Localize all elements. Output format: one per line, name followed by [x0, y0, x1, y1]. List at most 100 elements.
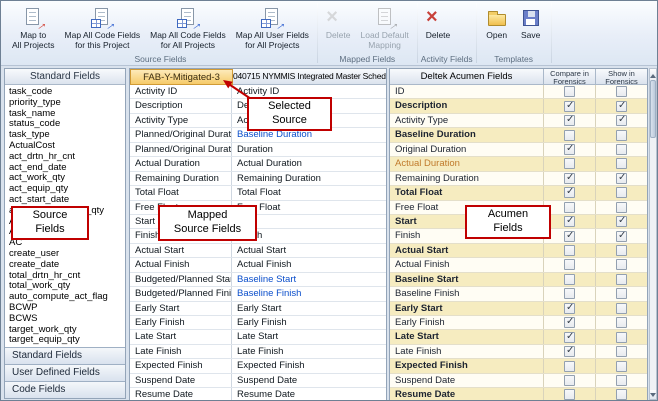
mapped-source-cell[interactable]: Remaining Duration [130, 172, 232, 185]
acumen-field-name[interactable]: Baseline Duration [390, 128, 543, 141]
acumen-field-name[interactable]: Expected Finish [390, 359, 543, 372]
source-field-item[interactable]: target_equip_qty [9, 335, 125, 346]
source-field-item[interactable]: act_equip_qty [9, 184, 125, 195]
mapped-target-cell[interactable]: Actual Duration [232, 157, 386, 170]
mapped-target-cell[interactable]: Early Finish [232, 316, 386, 329]
compare-checkbox[interactable] [564, 187, 575, 198]
compare-checkbox[interactable] [564, 86, 575, 97]
map-all-user-fields-all-projects-button[interactable]: → Map All User Fields for All Projects [231, 2, 314, 53]
compare-checkbox[interactable] [564, 303, 575, 314]
acumen-field-name[interactable]: Description [390, 99, 543, 112]
show-checkbox[interactable] [616, 187, 627, 198]
mapped-target-cell[interactable]: Late Start [232, 330, 386, 343]
show-checkbox[interactable] [616, 115, 627, 126]
source-field-item[interactable]: create_date [9, 260, 125, 271]
compare-checkbox[interactable] [564, 332, 575, 343]
source-field-item[interactable]: create_user [9, 249, 125, 260]
show-checkbox[interactable] [616, 375, 627, 386]
source-field-item[interactable]: act_work_qty [9, 173, 125, 184]
source-field-item[interactable]: act_start_date [9, 195, 125, 206]
show-checkbox[interactable] [616, 317, 627, 328]
mapped-target-cell[interactable]: Actual Start [232, 244, 386, 257]
scrollbar-thumb[interactable] [650, 80, 656, 138]
acumen-field-name[interactable]: Actual Finish [390, 258, 543, 271]
compare-checkbox[interactable] [564, 202, 575, 213]
second-source-header[interactable]: 040715 NYMMIS Integrated Master Schedule [233, 69, 386, 85]
acumen-field-name[interactable]: Resume Date [390, 388, 543, 401]
delete-activity-field-button[interactable]: × Delete [421, 2, 456, 53]
mapped-target-cell[interactable]: Baseline Start [232, 273, 386, 286]
compare-checkbox[interactable] [564, 173, 575, 184]
source-field-item[interactable]: task_name [9, 109, 125, 120]
mapped-source-cell[interactable]: Activity Type [130, 114, 232, 127]
compare-checkbox[interactable] [564, 346, 575, 357]
source-field-item[interactable]: act_drtn_hr_cnt [9, 152, 125, 163]
compare-checkbox[interactable] [564, 158, 575, 169]
compare-checkbox[interactable] [564, 274, 575, 285]
map-all-code-fields-all-projects-button[interactable]: → Map All Code Fields for All Projects [145, 2, 231, 53]
show-checkbox[interactable] [616, 86, 627, 97]
mapped-source-cell[interactable]: Early Start [130, 302, 232, 315]
delete-mapped-button[interactable]: × Delete [321, 2, 356, 53]
source-field-item[interactable]: ActualCost [9, 141, 125, 152]
show-checkbox[interactable] [616, 202, 627, 213]
mapped-source-cell[interactable]: Activity ID [130, 85, 232, 98]
acumen-field-name[interactable]: Suspend Date [390, 374, 543, 387]
compare-checkbox[interactable] [564, 361, 575, 372]
source-field-item[interactable]: task_type [9, 130, 125, 141]
compare-checkbox[interactable] [564, 115, 575, 126]
show-checkbox[interactable] [616, 144, 627, 155]
show-checkbox[interactable] [616, 216, 627, 227]
show-checkbox[interactable] [616, 259, 627, 270]
mapped-source-cell[interactable]: Suspend Date [130, 374, 232, 387]
acumen-field-name[interactable]: Baseline Start [390, 273, 543, 286]
compare-checkbox[interactable] [564, 216, 575, 227]
mapped-target-cell[interactable]: Total Float [232, 186, 386, 199]
acumen-field-name[interactable]: Early Finish [390, 316, 543, 329]
acumen-field-name[interactable]: Early Start [390, 302, 543, 315]
source-field-item[interactable]: total_work_qty [9, 281, 125, 292]
mapped-target-cell[interactable]: Early Start [232, 302, 386, 315]
show-checkbox[interactable] [616, 303, 627, 314]
code-fields-tab-button[interactable]: Code Fields [5, 381, 125, 398]
compare-checkbox[interactable] [564, 317, 575, 328]
acumen-field-name[interactable]: Activity Type [390, 114, 543, 127]
scroll-up-arrow-icon[interactable] [650, 69, 656, 78]
mapped-target-cell[interactable]: Remaining Duration [232, 172, 386, 185]
mapped-source-cell[interactable]: Total Float [130, 186, 232, 199]
mapped-target-cell[interactable]: Duration [232, 143, 386, 156]
compare-checkbox[interactable] [564, 375, 575, 386]
source-field-item[interactable]: task_code [9, 87, 125, 98]
compare-checkbox[interactable] [564, 245, 575, 256]
show-checkbox[interactable] [616, 389, 627, 400]
vertical-scrollbar[interactable] [649, 68, 657, 400]
mapped-source-cell[interactable]: Budgeted/Planned Start [130, 273, 232, 286]
source-field-item[interactable]: BCWS [9, 314, 125, 325]
compare-checkbox[interactable] [564, 130, 575, 141]
mapped-target-cell[interactable]: Actual Finish [232, 258, 386, 271]
open-template-button[interactable]: Open [480, 2, 514, 53]
acumen-field-name[interactable]: Baseline Finish [390, 287, 543, 300]
source-field-item[interactable]: BCWP [9, 303, 125, 314]
source-field-item[interactable]: total_drtn_hr_cnt [9, 271, 125, 282]
acumen-field-name[interactable]: ID [390, 85, 543, 98]
load-default-mapping-button[interactable]: → Load Default Mapping [356, 2, 414, 53]
compare-checkbox[interactable] [564, 101, 575, 112]
acumen-field-name[interactable]: Late Start [390, 330, 543, 343]
show-checkbox[interactable] [616, 274, 627, 285]
compare-checkbox[interactable] [564, 231, 575, 242]
show-checkbox[interactable] [616, 231, 627, 242]
acumen-field-name[interactable]: Remaining Duration [390, 172, 543, 185]
compare-checkbox[interactable] [564, 389, 575, 400]
mapped-source-cell[interactable]: Actual Duration [130, 157, 232, 170]
source-field-item[interactable]: priority_type [9, 98, 125, 109]
mapped-source-cell[interactable]: Late Start [130, 330, 232, 343]
show-checkbox[interactable] [616, 130, 627, 141]
mapped-target-cell[interactable]: Expected Finish [232, 359, 386, 372]
mapped-source-cell[interactable]: Actual Finish [130, 258, 232, 271]
show-checkbox[interactable] [616, 361, 627, 372]
acumen-field-name[interactable]: Original Duration [390, 143, 543, 156]
source-field-item[interactable]: act_end_date [9, 163, 125, 174]
show-checkbox[interactable] [616, 288, 627, 299]
mapped-source-cell[interactable]: Late Finish [130, 345, 232, 358]
